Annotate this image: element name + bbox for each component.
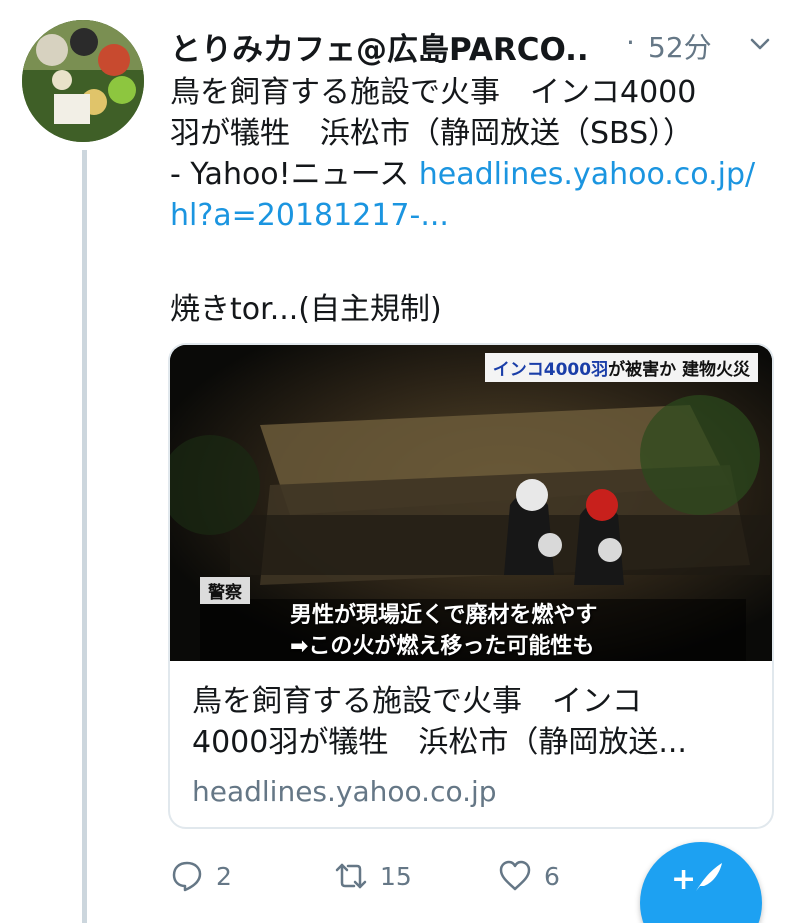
retweet-button[interactable]: 15	[334, 856, 412, 896]
image-headline-highlight: インコ4000羽	[492, 360, 609, 380]
police-tag: 警察	[200, 577, 250, 604]
retweet-icon	[335, 863, 367, 889]
tweet-time[interactable]: 52分	[648, 26, 712, 66]
compose-quill-icon	[696, 863, 722, 891]
image-caption: 男性が現場近くで廃材を燃やす ➡この火が燃え移った可能性も	[290, 600, 597, 661]
image-headline-rest: が被害か 建物火災	[608, 360, 750, 380]
link-card[interactable]: インコ4000羽が被害か 建物火災 警察 男性が現場近くで廃材を燃やす ➡この火…	[168, 343, 774, 829]
reply-icon	[172, 861, 202, 892]
like-icon	[499, 860, 531, 891]
chevron-down-icon[interactable]	[748, 32, 772, 56]
tweet-text-prefix: - Yahoo!ニュース	[170, 157, 419, 192]
avatar-image	[22, 20, 144, 142]
card-domain: headlines.yahoo.co.jp	[192, 775, 497, 808]
reply-count: 2	[216, 861, 232, 891]
time-separator: ·	[626, 26, 635, 59]
tweet-link[interactable]: headlines.yahoo.co.jp/	[419, 157, 755, 192]
like-count: 6	[544, 861, 560, 891]
like-button[interactable]: 6	[498, 856, 560, 896]
tweet-text-line: - Yahoo!ニュース headlines.yahoo.co.jp/	[170, 154, 780, 195]
tweet-link-continued[interactable]: hl?a=20181217-...	[170, 195, 780, 236]
author-name[interactable]: とりみカフェ@広島PARCO...	[170, 24, 590, 69]
tweet-text-line: 鳥を飼育する施設で火事 インコ4000	[170, 75, 697, 110]
retweet-count: 15	[380, 861, 412, 891]
thread-line	[82, 150, 87, 923]
tweet-text-extra: 焼きtor...(自主規制)	[170, 292, 442, 327]
reply-button[interactable]: 2	[170, 856, 232, 896]
tweet-text: 鳥を飼育する施設で火事 インコ4000 羽が犠牲 浜松市（静岡放送（SBS）） …	[170, 72, 780, 236]
card-title-line: 4000羽が犠牲 浜松市（静岡放送...	[192, 725, 687, 760]
card-title-line: 鳥を飼育する施設で火事 インコ	[192, 684, 642, 719]
compose-tweet-button[interactable]: +	[640, 842, 762, 923]
avatar[interactable]	[22, 20, 144, 142]
caption-line: 男性が現場近くで廃材を燃やす	[290, 603, 598, 628]
caption-line: ➡この火が燃え移った可能性も	[290, 634, 595, 659]
tweet-text-line: 羽が犠牲 浜松市（静岡放送（SBS））	[170, 116, 694, 151]
image-headline-label: インコ4000羽が被害か 建物火災	[484, 353, 758, 382]
card-title[interactable]: 鳥を飼育する施設で火事 インコ 4000羽が犠牲 浜松市（静岡放送...	[192, 681, 762, 763]
tweet-header: とりみカフェ@広島PARCO... · 52分	[170, 20, 780, 70]
card-image[interactable]: インコ4000羽が被害か 建物火災 警察 男性が現場近くで廃材を燃やす ➡この火…	[170, 345, 772, 661]
